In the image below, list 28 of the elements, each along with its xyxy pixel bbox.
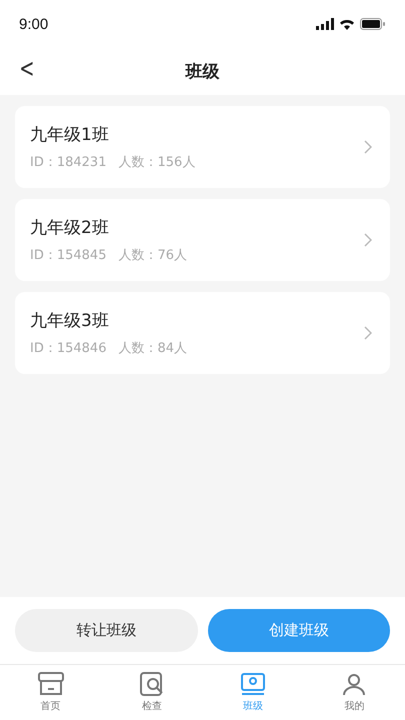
user-icon — [341, 672, 368, 696]
battery-icon — [360, 18, 385, 30]
member-count: 人数：76人 — [118, 247, 188, 264]
class-id: ID：154846 — [30, 340, 106, 357]
class-card[interactable]: 九年级1班 ID：184231 人数：156人 — [15, 106, 390, 188]
member-count: 人数：156人 — [118, 154, 196, 171]
back-button[interactable]: < — [16, 54, 38, 84]
class-name: 九年级3班 — [30, 310, 110, 332]
class-card[interactable]: 九年级3班 ID：154846 人数：84人 — [15, 292, 390, 374]
tab-item[interactable]: 检查 — [101, 665, 202, 720]
chevron-right-icon — [364, 140, 372, 154]
class-card[interactable]: 九年级2班 ID：154845 人数：76人 — [15, 199, 390, 281]
chevron-right-icon — [364, 326, 372, 340]
member-count: 人数：84人 — [118, 340, 188, 357]
class-name: 九年级2班 — [30, 217, 110, 239]
class-name: 九年级1班 — [30, 124, 110, 146]
signal-icon — [316, 18, 334, 30]
chevron-right-icon — [364, 233, 372, 247]
status-time: 9:00 — [19, 16, 48, 32]
board-icon — [240, 672, 266, 696]
class-id: ID：184231 — [30, 154, 106, 171]
class-id: ID：154845 — [30, 247, 106, 264]
wifi-icon — [339, 18, 355, 30]
tab-item[interactable]: 我的 — [304, 665, 405, 720]
tab-item[interactable]: 首页 — [0, 665, 102, 720]
transfer-class-button[interactable]: 转让班级 — [15, 609, 198, 652]
page-title: 班级 — [186, 61, 220, 83]
box-icon — [38, 672, 64, 696]
